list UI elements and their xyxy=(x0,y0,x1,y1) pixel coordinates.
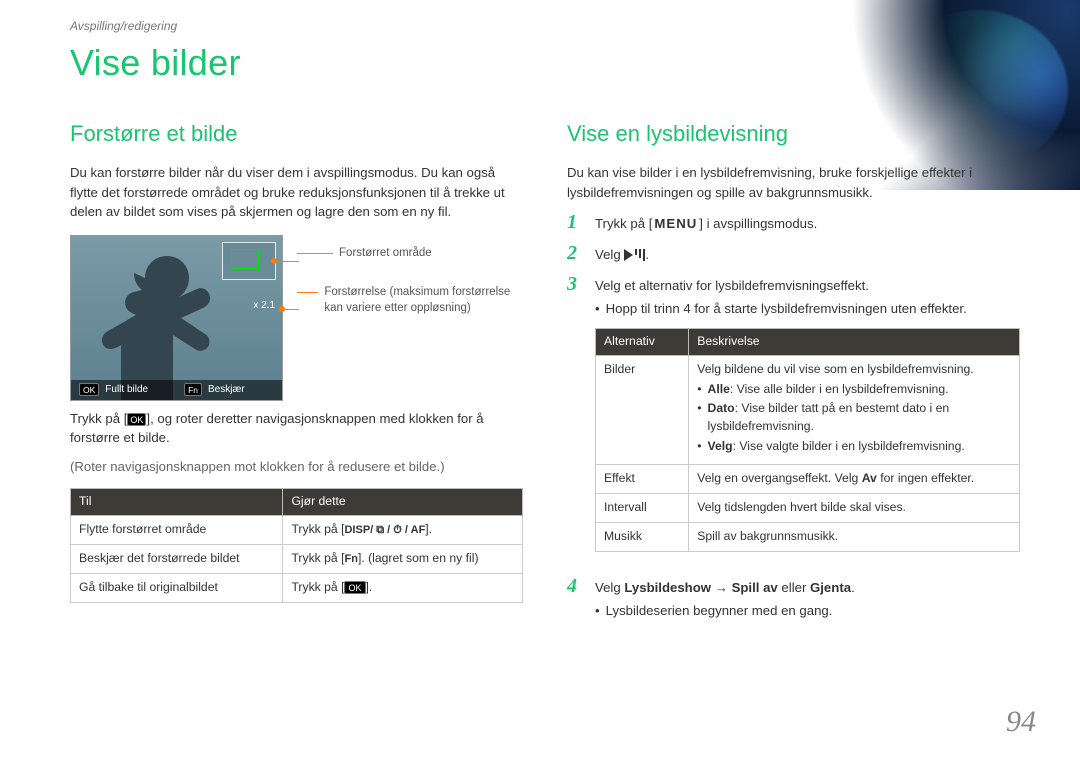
table-row: Intervall Velg tidslengden hvert bilde s… xyxy=(596,494,1020,523)
step-number: 2 xyxy=(567,243,585,263)
screen-bottom-bar: OK Fullt bilde Fn Beskjær xyxy=(71,380,282,400)
column-right: Vise en lysbildevisning Du kan vise bild… xyxy=(567,118,1020,634)
step-3: 3 Velg et alternativ for lysbildefremvis… xyxy=(567,274,1020,565)
step-number: 1 xyxy=(567,212,585,232)
th-alternativ: Alternativ xyxy=(596,329,689,356)
cell: Trykk på [Fn]. (lagret som en ny fil) xyxy=(283,544,523,573)
cell: Spill av bakgrunnsmusikk. xyxy=(689,522,1020,551)
table-row: Beskjær det forstørrede bildet Trykk på … xyxy=(71,544,523,573)
table-left: Til Gjør dette Flytte forstørret område … xyxy=(70,488,523,602)
page-content: Avspilling/redigering Vise bilder Forstø… xyxy=(0,0,1080,634)
cell: Velg tidslengden hvert bilde skal vises. xyxy=(689,494,1020,523)
action-line: Trykk på [OK], og roter deretter navigas… xyxy=(70,409,523,447)
note-rotate: (Roter navigasjonsknappen mot klokken fo… xyxy=(70,457,523,476)
disp-key: DISP/ ⧉ / ⏱ / AF xyxy=(344,524,425,536)
step-4: 4 Velg Lysbildeshow → Spill av eller Gje… xyxy=(567,576,1020,624)
fn-key: Fn xyxy=(344,553,357,565)
table-right: Alternativ Beskrivelse Bilder Velg bilde… xyxy=(595,328,1020,551)
cell: Trykk på [OK]. xyxy=(283,573,523,602)
cell: Bilder xyxy=(596,356,689,465)
cell: Musikk xyxy=(596,522,689,551)
table-row: Bilder Velg bildene du vil vise som en l… xyxy=(596,356,1020,465)
intro-left: Du kan forstørre bilder når du viser dem… xyxy=(70,163,523,220)
minimap-viewport xyxy=(231,249,259,269)
th-gjor: Gjør dette xyxy=(283,489,523,516)
intro-right: Du kan vise bilder i en lysbildefremvisn… xyxy=(567,163,1020,201)
slideshow-play-icon xyxy=(624,249,645,261)
cell: Intervall xyxy=(596,494,689,523)
step-2: 2 Velg . xyxy=(567,243,1020,264)
callout-2: Forstørrelse (maksimum forstørrelse kan … xyxy=(324,284,523,317)
heading-enlarge: Forstørre et bilde xyxy=(70,118,523,150)
th-beskrivelse: Beskrivelse xyxy=(689,329,1020,356)
cell: Trykk på [DISP/ ⧉ / ⏱ / AF]. xyxy=(283,516,523,545)
fn-label: Beskjær xyxy=(208,383,245,398)
th-til: Til xyxy=(71,489,283,516)
figure-zoom: x 2.1 OK Fullt bilde Fn Beskjær xyxy=(70,235,523,401)
cell: Beskjær det forstørrede bildet xyxy=(71,544,283,573)
table-row: Gå tilbake til originalbildet Trykk på [… xyxy=(71,573,523,602)
cell: Velg bildene du vil vise som en lysbilde… xyxy=(689,356,1020,465)
silhouette-photo xyxy=(97,250,237,400)
table-row: Musikk Spill av bakgrunnsmusikk. xyxy=(596,522,1020,551)
step-3-text: Velg et alternativ for lysbildefremvisni… xyxy=(595,278,869,293)
ok-keycap: OK xyxy=(79,383,99,396)
column-left: Forstørre et bilde Du kan forstørre bild… xyxy=(70,118,523,634)
breadcrumb: Avspilling/redigering xyxy=(70,18,1020,35)
step-number: 3 xyxy=(567,274,585,294)
ok-key-inline: OK xyxy=(127,413,146,426)
page-number: 94 xyxy=(1006,700,1036,744)
cell: Velg en overgangseffekt. Velg Av for ing… xyxy=(689,465,1020,494)
heading-slideshow: Vise en lysbildevisning xyxy=(567,118,1020,150)
cell: Flytte forstørret område xyxy=(71,516,283,545)
step-3-sub: Hopp til trinn 4 for å starte lysbildefr… xyxy=(606,299,967,318)
step-4-sub: Lysbildeserien begynner med en gang. xyxy=(606,601,833,620)
cell: Gå tilbake til originalbildet xyxy=(71,573,283,602)
fn-keycap: Fn xyxy=(184,383,202,396)
table-row: Flytte forstørret område Trykk på [DISP/… xyxy=(71,516,523,545)
minimap xyxy=(222,242,276,280)
zoom-readout: x 2.1 xyxy=(253,299,275,314)
steps-list: 1 Trykk på [MENU] i avspillingsmodus. 2 … xyxy=(567,212,1020,624)
menu-icon: MENU xyxy=(652,214,699,233)
callouts: Forstørret område Forstørrelse (maksimum… xyxy=(297,235,523,339)
step-number: 4 xyxy=(567,576,585,596)
ok-key: OK xyxy=(344,581,365,594)
cell: Effekt xyxy=(596,465,689,494)
ok-label: Fullt bilde xyxy=(105,383,148,398)
camera-screen: x 2.1 OK Fullt bilde Fn Beskjær xyxy=(70,235,283,401)
step-1: 1 Trykk på [MENU] i avspillingsmodus. xyxy=(567,212,1020,233)
callout-1: Forstørret område xyxy=(339,245,432,262)
page-title: Vise bilder xyxy=(70,37,1020,89)
table-row: Effekt Velg en overgangseffekt. Velg Av … xyxy=(596,465,1020,494)
